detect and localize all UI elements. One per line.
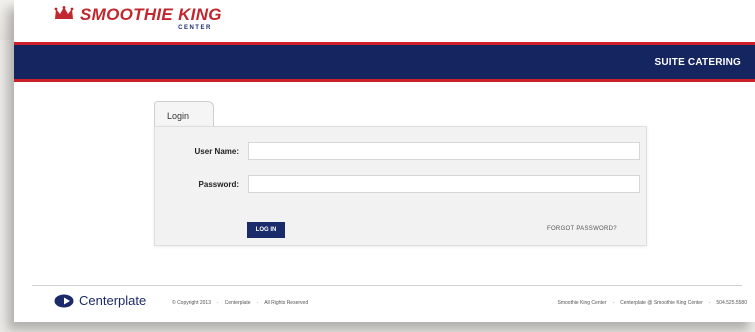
footer-phone: 504.525.5580 [716, 300, 747, 306]
centerplate-logo-text: Centerplate [79, 293, 147, 308]
brand-name: SMOOTHIE KING [80, 5, 222, 24]
tab-login[interactable]: Login [154, 101, 214, 128]
nav-title[interactable]: SUITE CATERING [654, 57, 741, 68]
brand-logo[interactable]: SMOOTHIE KING CENTER [54, 6, 222, 36]
footer-right: Smoothie King Center · Centerplate @ Smoot… [557, 300, 747, 306]
page: SMOOTHIE KING CENTER SUITE CATERING Logi… [14, 0, 755, 322]
forgot-password-link[interactable]: FORGOT PASSWORD? [547, 226, 617, 232]
footer-company-link[interactable]: Centerplate [225, 300, 251, 306]
login-button[interactable]: LOG IN [247, 222, 285, 238]
password-field[interactable] [248, 175, 640, 193]
username-label: User Name: [194, 147, 239, 156]
footer-divider [32, 285, 742, 286]
password-label: Password: [198, 180, 239, 189]
footer-venue-link[interactable]: Smoothie King Center [558, 300, 607, 306]
footer-left: © Copyright 2013 · Centerplate · All Rights … [172, 300, 309, 306]
crown-icon [54, 6, 74, 19]
tab-login-label: Login [167, 111, 190, 121]
footer-rights: All Rights Reserved [264, 300, 309, 306]
centerplate-logo-icon [54, 294, 74, 307]
footer-copyright: © Copyright 2013 [172, 300, 211, 306]
brand-sub: CENTER [178, 25, 212, 31]
footer-venue-catering-link[interactable]: Centerplate @ Smoothie King Center [620, 300, 703, 306]
login-panel: User Name: Password: LOG IN FORGOT PASSW… [154, 126, 647, 246]
username-field[interactable] [248, 142, 640, 160]
centerplate-logo[interactable]: Centerplate [54, 293, 146, 308]
nav-bar: SUITE CATERING [14, 42, 755, 82]
